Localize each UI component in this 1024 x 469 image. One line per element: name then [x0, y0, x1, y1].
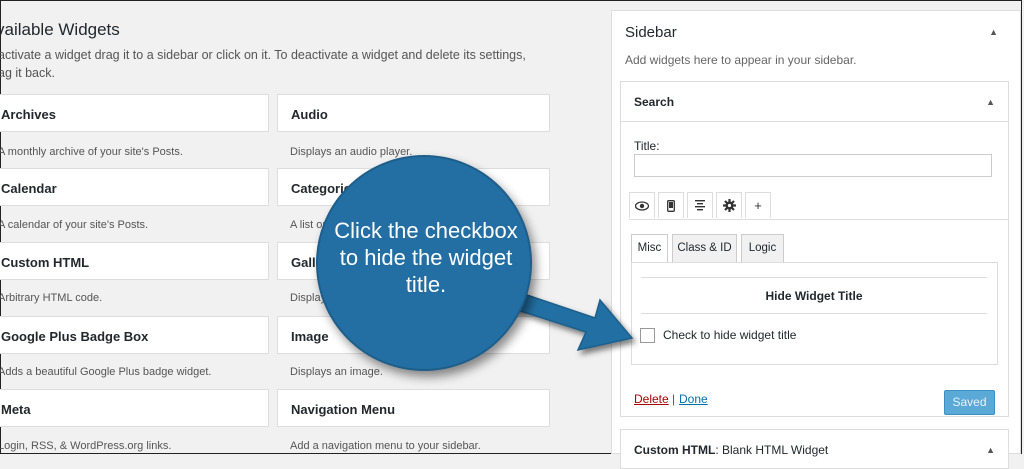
- callout-bubble: Click the checkbox to hide the widget ti…: [316, 155, 532, 371]
- callout-text: Click the checkbox to hide the widget ti…: [334, 218, 518, 297]
